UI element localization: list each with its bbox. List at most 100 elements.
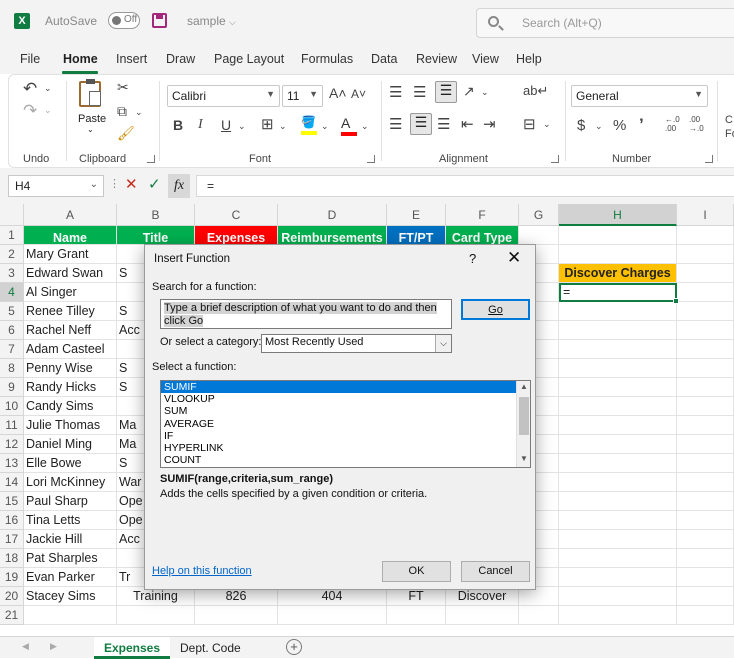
cell-i3[interactable] [677,264,734,283]
bold-button[interactable]: B [173,117,183,133]
category-select[interactable]: Most Recently Used ⌵ [261,334,452,353]
scroll-thumb[interactable] [519,397,529,435]
cell-h21[interactable] [559,606,677,625]
font-name-combo[interactable]: Calibri ▼ [167,85,280,107]
cell-e1[interactable]: FT/PT [387,226,446,245]
cell-a13[interactable]: Elle Bowe [24,454,117,473]
column-header-c[interactable]: C [195,204,278,226]
help-link[interactable]: Help on this function [152,565,252,577]
cell-a9[interactable]: Randy Hicks [24,378,117,397]
cell-c1[interactable]: Expenses [195,226,278,245]
name-box[interactable]: H4 ⌄ [8,175,104,197]
currency-dropdown-icon[interactable]: ⌄ [595,121,603,132]
cell-h12[interactable] [559,435,677,454]
row-header-17[interactable]: 17 [0,530,24,549]
cell-i14[interactable] [677,473,734,492]
cell-i21[interactable] [677,606,734,625]
row-header-3[interactable]: 3 [0,264,24,283]
column-header-b[interactable]: B [117,204,195,226]
column-header-d[interactable]: D [278,204,387,226]
discover-charges-label[interactable]: Discover Charges [559,264,677,283]
column-header-e[interactable]: E [387,204,446,226]
cell-h5[interactable] [559,302,677,321]
cell-h14[interactable] [559,473,677,492]
cell-h13[interactable] [559,454,677,473]
cell-d1[interactable]: Reimbursements [278,226,387,245]
decrease-indent-icon[interactable]: ⇤ [461,115,474,133]
row-header-14[interactable]: 14 [0,473,24,492]
row-header-9[interactable]: 9 [0,378,24,397]
font-size-combo[interactable]: 11 ▼ [282,85,323,107]
cell-a10[interactable]: Candy Sims [24,397,117,416]
number-launcher-icon[interactable] [705,155,713,163]
conditional-format-partial[interactable]: C Fo [725,113,734,141]
cell-d21[interactable] [278,606,387,625]
menu-draw[interactable]: Draw [166,52,195,66]
row-header-4[interactable]: 4 [0,283,24,302]
column-header-h[interactable]: H [559,204,677,226]
align-center-button[interactable]: ☰ [410,113,432,135]
cell-h17[interactable] [559,530,677,549]
increase-decimal-button[interactable]: ←.0 .00 [665,115,680,133]
tab-expenses[interactable]: Expenses [94,637,171,659]
comma-button[interactable]: ’ [639,115,644,135]
cell-e21[interactable] [387,606,446,625]
autosave-toggle[interactable]: Off [108,12,140,29]
function-list-item[interactable]: VLOOKUP [161,393,530,405]
function-list-item[interactable]: IF [161,430,530,442]
menu-file[interactable]: File [20,52,40,66]
active-cell-h4[interactable]: = [559,283,677,302]
cell-i11[interactable] [677,416,734,435]
menu-help[interactable]: Help [516,52,542,66]
ok-button[interactable]: OK [382,561,451,582]
wrap-text-icon[interactable]: ab↵ [523,83,548,99]
menu-review[interactable]: Review [416,52,457,66]
cell-h8[interactable] [559,359,677,378]
cell-f1[interactable]: Card Type [446,226,519,245]
cell-a6[interactable]: Rachel Neff [24,321,117,340]
select-all-corner[interactable] [0,204,24,226]
cell-h16[interactable] [559,511,677,530]
menu-home[interactable]: Home [63,52,98,66]
menu-data[interactable]: Data [371,52,397,66]
function-list-item[interactable]: SUM [161,405,530,417]
document-name[interactable]: sample ⌵ [187,14,236,28]
cell-i1[interactable] [677,226,734,245]
function-list-item[interactable]: AVERAGE [161,418,530,430]
column-header-g[interactable]: G [519,204,559,226]
format-painter-icon[interactable]: 🖌 [117,125,135,142]
row-header-7[interactable]: 7 [0,340,24,359]
grow-font-icon[interactable]: A˄ [329,85,347,101]
cell-c21[interactable] [195,606,278,625]
row-header-2[interactable]: 2 [0,245,24,264]
function-list-item[interactable]: HYPERLINK [161,442,530,454]
cell-f21[interactable] [446,606,519,625]
cell-h6[interactable] [559,321,677,340]
orientation-icon[interactable]: ↗ [463,83,475,100]
cell-a4[interactable]: Al Singer [24,283,117,302]
cell-b1[interactable]: Title [117,226,195,245]
cancel-icon[interactable]: ✕ [125,175,138,193]
tab-prev-icon[interactable]: ◀ [22,641,29,652]
redo-dropdown-icon[interactable]: ⌄ [44,105,52,116]
merge-center-icon[interactable]: ⊟ [523,115,536,133]
cell-h15[interactable] [559,492,677,511]
function-list[interactable]: SUMIF VLOOKUP SUM AVERAGE IF HYPERLINK COUNT ▲… [160,380,531,468]
cell-i9[interactable] [677,378,734,397]
close-icon[interactable]: ✕ [507,248,521,268]
fill-dropdown-icon[interactable]: ⌄ [321,121,329,132]
italic-button[interactable]: I [198,117,203,133]
cell-a11[interactable]: Julie Thomas [24,416,117,435]
row-header-16[interactable]: 16 [0,511,24,530]
copy-icon[interactable]: ⧉ [117,103,127,120]
menu-formulas[interactable]: Formulas [301,52,353,66]
currency-button[interactable]: $ [577,117,585,134]
borders-icon[interactable]: ⊞ [261,115,274,133]
decrease-decimal-button[interactable]: .00 →.0 [689,115,704,133]
menu-insert[interactable]: Insert [116,52,147,66]
column-header-a[interactable]: A [24,204,117,226]
cell-h9[interactable] [559,378,677,397]
cell-i12[interactable] [677,435,734,454]
cell-a14[interactable]: Lori McKinney [24,473,117,492]
cell-a7[interactable]: Adam Casteel [24,340,117,359]
